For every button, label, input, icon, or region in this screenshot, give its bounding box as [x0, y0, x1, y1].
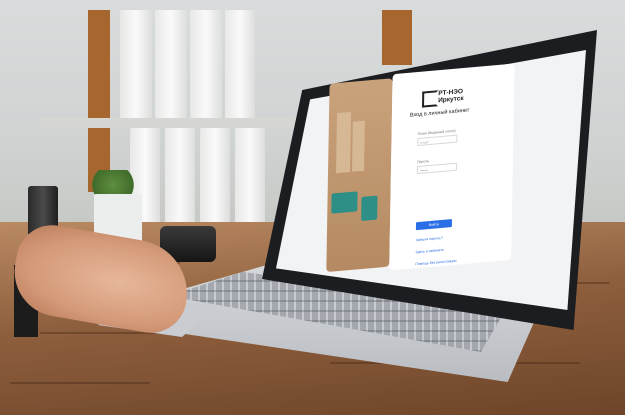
brand-name: РТ-НЭО Иркутск — [438, 88, 464, 104]
photo-scene: РТ-НЭО Иркутск Вход в личный кабинет Лог… — [0, 0, 625, 415]
binder — [120, 10, 152, 120]
binder — [190, 10, 222, 120]
truck-shape — [331, 191, 358, 214]
binder — [200, 128, 230, 224]
login-app: РТ-НЭО Иркутск Вход в личный кабинет Лог… — [300, 43, 520, 282]
binder — [235, 128, 265, 224]
login-card: РТ-НЭО Иркутск Вход в личный кабинет Лог… — [389, 63, 515, 271]
password-label: Пароль — [417, 159, 430, 165]
recycle-icon — [361, 195, 378, 222]
garbage-truck-illustration — [326, 78, 393, 273]
binder — [165, 128, 195, 224]
building-shape — [352, 120, 365, 172]
login-title: Вход в личный кабинет — [409, 107, 470, 119]
cabinet-link[interactable]: Здесь в кабинете — [415, 248, 443, 254]
wood-grain — [10, 382, 150, 384]
shelf-board — [40, 118, 310, 128]
forgot-password-link[interactable]: Забыли пароль? — [416, 236, 443, 242]
password-field[interactable]: •••••••• — [416, 162, 457, 175]
brand-bottom: Иркутск — [438, 95, 464, 105]
help-link[interactable]: Помощь без регистрации — [415, 259, 456, 267]
shelf-post — [88, 10, 110, 192]
rt-neo-logo-icon — [422, 90, 439, 108]
building-shape — [336, 111, 352, 174]
binder — [225, 10, 255, 120]
username-field[interactable]: 9 cost — [417, 134, 458, 147]
binder — [155, 10, 187, 120]
login-button[interactable]: Войти — [415, 219, 453, 231]
